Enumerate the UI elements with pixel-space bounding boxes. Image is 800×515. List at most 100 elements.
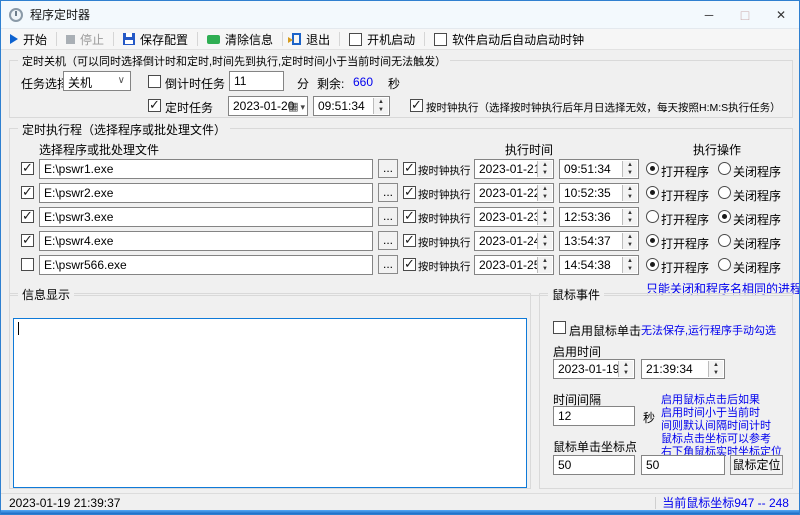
time-spinner[interactable] [622, 161, 637, 177]
spin-down-icon[interactable] [623, 217, 637, 225]
autoclock-checkbox[interactable] [434, 32, 448, 46]
enable-mouse-click-checkbox[interactable] [553, 321, 566, 334]
row-enable-checkbox[interactable] [21, 208, 34, 224]
program-path-input[interactable]: E:\pswr2.exe [39, 183, 373, 203]
program-path-input[interactable]: E:\pswr1.exe [39, 159, 373, 179]
spin-up-icon[interactable] [623, 185, 637, 193]
date-spinner[interactable] [537, 233, 552, 249]
spin-up-icon[interactable] [709, 361, 723, 369]
row-time-input[interactable]: 13:54:37 [559, 231, 639, 251]
spin-down-icon[interactable] [538, 169, 552, 177]
mouse-locate-button[interactable]: 鼠标定位 [730, 455, 783, 475]
date-spinner[interactable] [537, 161, 552, 177]
close-program-radio[interactable] [718, 258, 731, 271]
spin-down-icon[interactable] [623, 169, 637, 177]
date-spinner[interactable] [537, 209, 552, 225]
time-spinner[interactable] [373, 98, 388, 114]
open-program-radio[interactable] [646, 210, 659, 223]
calendar-dropdown[interactable] [288, 99, 305, 113]
browse-button[interactable]: ... [378, 231, 398, 250]
open-program-radio[interactable] [646, 186, 659, 199]
program-path-input[interactable]: E:\pswr3.exe [39, 207, 373, 227]
row-enable-checkbox[interactable] [21, 160, 34, 176]
row-time-input[interactable]: 12:53:36 [559, 207, 639, 227]
info-textarea[interactable] [13, 318, 527, 488]
spin-down-icon[interactable] [623, 241, 637, 249]
browse-button[interactable]: ... [378, 159, 398, 178]
open-program-radio[interactable] [646, 234, 659, 247]
mouse-time-input[interactable]: 21:39:34 [641, 359, 725, 379]
close-program-radio[interactable] [718, 210, 731, 223]
clock-mode-checkbox[interactable] [410, 97, 423, 113]
timed-task-checkbox[interactable] [148, 97, 161, 113]
shutdown-time-input[interactable]: 09:51:34 [313, 96, 390, 116]
shutdown-date-picker[interactable]: 2023-01-20 [228, 96, 308, 116]
clear-info-button[interactable]: 清除信息 [198, 29, 282, 49]
spin-up-icon[interactable] [538, 257, 552, 265]
browse-button[interactable]: ... [378, 207, 398, 226]
spin-up-icon[interactable] [374, 98, 388, 106]
row-clock-checkbox[interactable] [403, 160, 416, 176]
program-path-input[interactable]: E:\pswr4.exe [39, 231, 373, 251]
spin-down-icon[interactable] [623, 193, 637, 201]
row-enable-checkbox[interactable] [21, 232, 34, 248]
spin-down-icon[interactable] [709, 369, 723, 377]
time-spinner[interactable] [622, 233, 637, 249]
boot-start-checkbox[interactable] [349, 32, 363, 46]
spin-down-icon[interactable] [538, 241, 552, 249]
row-clock-checkbox[interactable] [403, 184, 416, 200]
row-clock-checkbox[interactable] [403, 208, 416, 224]
spin-up-icon[interactable] [623, 161, 637, 169]
coord-x-input[interactable]: 50 [553, 455, 635, 475]
spin-up-icon[interactable] [538, 209, 552, 217]
coord-y-input[interactable]: 50 [641, 455, 725, 475]
spin-down-icon[interactable] [623, 265, 637, 273]
row-enable-checkbox[interactable] [21, 258, 34, 271]
date-spinner[interactable] [618, 361, 633, 377]
close-program-radio[interactable] [718, 186, 731, 199]
row-enable-checkbox[interactable] [21, 184, 34, 200]
row-time-input[interactable]: 14:54:38 [559, 255, 639, 275]
row-clock-checkbox[interactable] [403, 232, 416, 248]
close-program-radio[interactable] [718, 162, 731, 175]
open-program-radio[interactable] [646, 162, 659, 175]
date-spinner[interactable] [537, 185, 552, 201]
save-config-button[interactable]: 保存配置 [114, 29, 197, 49]
browse-button[interactable]: ... [378, 183, 398, 202]
close-button[interactable] [763, 1, 799, 28]
spin-down-icon[interactable] [538, 265, 552, 273]
spin-up-icon[interactable] [619, 361, 633, 369]
maximize-button[interactable] [727, 1, 763, 28]
spin-up-icon[interactable] [623, 209, 637, 217]
countdown-task-checkbox[interactable] [148, 75, 161, 88]
time-spinner[interactable] [622, 185, 637, 201]
start-button[interactable]: 开始 [1, 29, 56, 49]
spin-up-icon[interactable] [623, 233, 637, 241]
open-program-radio[interactable] [646, 258, 659, 271]
minimize-button[interactable] [691, 1, 727, 28]
row-time-input[interactable]: 10:52:35 [559, 183, 639, 203]
task-select-combobox[interactable]: 关机 [63, 71, 131, 91]
spin-down-icon[interactable] [538, 193, 552, 201]
time-spinner[interactable] [708, 361, 723, 377]
exit-button[interactable]: 退出 [283, 29, 339, 49]
time-spinner[interactable] [622, 209, 637, 225]
time-spinner[interactable] [622, 257, 637, 273]
row-time-input[interactable]: 09:51:34 [559, 159, 639, 179]
spin-up-icon[interactable] [538, 233, 552, 241]
spin-up-icon[interactable] [538, 161, 552, 169]
spin-up-icon[interactable] [623, 257, 637, 265]
spin-down-icon[interactable] [619, 369, 633, 377]
browse-button[interactable]: ... [378, 255, 398, 274]
row-date-input[interactable]: 2023-01-23 [474, 207, 554, 227]
spin-down-icon[interactable] [538, 217, 552, 225]
spin-up-icon[interactable] [538, 185, 552, 193]
date-spinner[interactable] [537, 257, 552, 273]
interval-input[interactable]: 12 [553, 406, 635, 426]
row-date-input[interactable]: 2023-01-24 [474, 231, 554, 251]
countdown-minutes-input[interactable]: 11 [229, 71, 284, 91]
row-date-input[interactable]: 2023-01-25 [474, 255, 554, 275]
row-date-input[interactable]: 2023-01-21 [474, 159, 554, 179]
row-date-input[interactable]: 2023-01-22 [474, 183, 554, 203]
close-program-radio[interactable] [718, 234, 731, 247]
